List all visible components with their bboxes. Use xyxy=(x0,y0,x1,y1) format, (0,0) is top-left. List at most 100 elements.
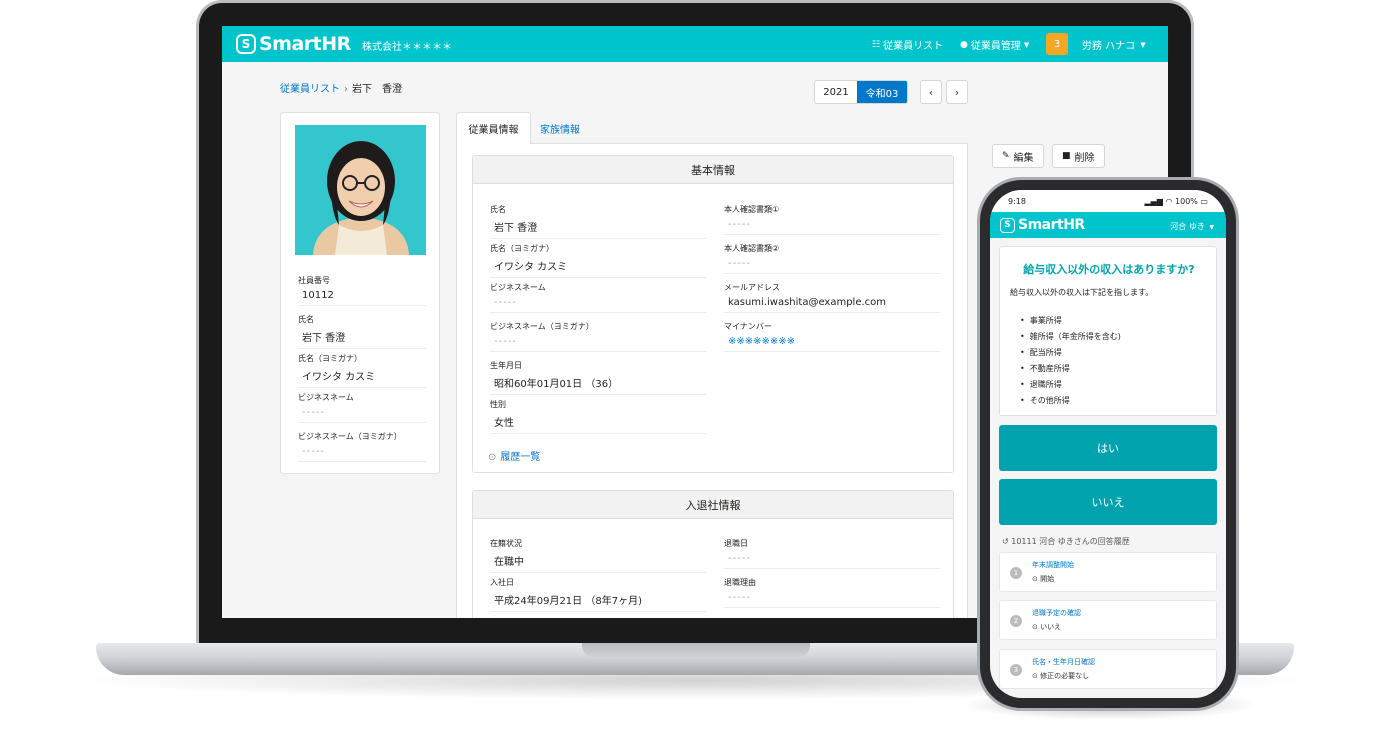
clock-icon: ⊙ xyxy=(488,452,497,463)
profile-field-business-name-kana: ビジネスネーム（ヨミガナ） ----- xyxy=(298,431,426,462)
phone-user-name: 河合 ゆき xyxy=(1170,222,1205,231)
field-label: 在籍状況 xyxy=(490,539,522,548)
step-number: 1 xyxy=(1010,567,1022,579)
status-bar: 9:18 ▂▄▆ ◠ 100% ▭ xyxy=(990,190,1226,212)
history-answer-label: 開始 xyxy=(1040,575,1055,583)
field-value: イワシタ カスミ xyxy=(494,262,568,273)
phone-user-menu[interactable]: 河合 ゆき ▼ xyxy=(1170,221,1214,232)
income-list: 事業所得 雑所得（年金所得を含む) 配当所得 不動産所得 退職所得 その他所得 xyxy=(1020,315,1121,411)
no-button[interactable]: いいえ xyxy=(999,479,1217,525)
basic-field-name-kana: 氏名（ヨミガナ） イワシタ カスミ xyxy=(490,243,706,278)
user-name: 労務 ハナコ xyxy=(1082,41,1136,52)
answer-history-label: 10111 河合 ゆきさんの回答履歴 xyxy=(1011,537,1130,546)
list-item: 事業所得 xyxy=(1020,315,1121,326)
history-item[interactable]: 1 年末調整開始 ⊙ 開始 xyxy=(999,552,1217,592)
list-item: 雑所得（年金所得を含む) xyxy=(1020,331,1121,342)
field-label: 本人確認書類② xyxy=(724,244,780,253)
history-link[interactable]: ⊙ 履歴一覧 xyxy=(488,448,540,463)
check-icon: ⊙ xyxy=(1032,575,1041,583)
field-value: kasumi.iwashita@example.com xyxy=(728,297,887,308)
year-value[interactable]: 2021 xyxy=(815,81,857,103)
breadcrumb: 従業員リスト › 岩下 香澄 xyxy=(280,80,402,95)
list-icon: ☷ xyxy=(872,39,881,50)
history-link-label: 履歴一覧 xyxy=(500,452,541,463)
prev-year-button[interactable]: ‹ xyxy=(920,80,942,104)
tab-family-info[interactable]: 家族情報 xyxy=(540,112,580,144)
history-item-answer: ⊙ いいえ xyxy=(1032,622,1061,632)
field-value: ----- xyxy=(302,407,326,418)
notification-badge[interactable]: 3 xyxy=(1046,33,1068,55)
field-value: ----- xyxy=(494,297,518,308)
field-value: ----- xyxy=(728,553,752,564)
field-label: 入社日 xyxy=(490,578,514,587)
tab-employee-info[interactable]: 従業員情報 xyxy=(456,112,531,144)
year-selector[interactable]: 2021 令和03 xyxy=(814,80,908,104)
field-value: 平成24年09月21日 （8年7ヶ月) xyxy=(494,596,642,607)
basic-field-business-name: ビジネスネーム ----- xyxy=(490,282,706,313)
basic-field-id-doc-2: 本人確認書類② ----- xyxy=(724,243,940,274)
question-description: 給与収入以外の収入は下記を指します。 xyxy=(1010,288,1154,297)
my-number-link[interactable]: ※※※※※※※※ xyxy=(724,336,940,347)
field-label: マイナンバー xyxy=(724,322,772,331)
field-value: 10112 xyxy=(302,290,334,301)
phone-header: S SmartHR 河合 ゆき ▼ xyxy=(990,212,1226,238)
nav-employee-manage[interactable]: ● 従業員管理 ▼ xyxy=(960,37,1032,53)
field-value: ----- xyxy=(494,336,518,347)
brand-logo[interactable]: S SmartHR xyxy=(236,33,351,55)
yes-button[interactable]: はい xyxy=(999,425,1217,471)
field-label: 退職日 xyxy=(724,539,748,548)
field-value: ----- xyxy=(728,258,752,269)
history-item-answer: ⊙ 修正の必要なし xyxy=(1032,671,1089,681)
basic-field-my-number: マイナンバー ※※※※※※※※ xyxy=(724,321,940,352)
era-value[interactable]: 令和03 xyxy=(857,81,907,103)
check-icon: ⊙ xyxy=(1032,672,1041,680)
profile-card: 社員番号 10112 氏名 岩下 香澄 氏名（ヨミガナ） イワシタ カスミ ビジ… xyxy=(280,112,440,474)
user-menu[interactable]: 労務 ハナコ ▼ xyxy=(1082,37,1149,53)
caret-down-icon: ▼ xyxy=(1209,224,1214,231)
history-answer-label: いいえ xyxy=(1040,623,1062,631)
field-label: ビジネスネーム（ヨミガナ） xyxy=(490,322,594,331)
list-item: 退職所得 xyxy=(1020,379,1121,390)
section-title: 基本情報 xyxy=(473,156,953,184)
field-label: メールアドレス xyxy=(724,283,780,292)
nav-employee-list[interactable]: ☷ 従業員リスト xyxy=(872,37,944,53)
battery-level: 100% xyxy=(1175,197,1198,206)
history-item-title: 年末調整開始 xyxy=(1032,561,1074,569)
history-answer-label: 修正の必要なし xyxy=(1040,672,1090,680)
brand-name: SmartHR xyxy=(259,33,351,55)
basic-field-birthday: 生年月日 昭和60年01月01日 （36） xyxy=(490,360,706,395)
laptop-notch xyxy=(582,643,810,657)
nav-employee-list-label: 従業員リスト xyxy=(883,41,944,52)
field-label: 氏名 xyxy=(490,205,506,214)
basic-field-gender: 性別 女性 xyxy=(490,399,706,434)
history-item-answer: ⊙ 開始 xyxy=(1032,574,1054,584)
trash-icon: ■ xyxy=(1062,151,1071,161)
next-year-button[interactable]: › xyxy=(946,80,968,104)
phone-brand-logo[interactable]: S SmartHR xyxy=(1000,217,1085,233)
field-label: ビジネスネーム xyxy=(298,393,354,402)
user-icon: ● xyxy=(960,39,968,50)
profile-field-business-name: ビジネスネーム ----- xyxy=(298,392,426,423)
edit-button[interactable]: ✎ 編集 xyxy=(992,144,1044,168)
field-value: ----- xyxy=(728,592,752,603)
field-value: ----- xyxy=(302,446,326,457)
field-label: 氏名（ヨミガナ） xyxy=(490,244,554,253)
breadcrumb-root[interactable]: 従業員リスト xyxy=(280,84,340,95)
history-item[interactable]: 3 氏名・生年月日確認 ⊙ 修正の必要なし xyxy=(999,649,1217,689)
field-value: 岩下 香澄 xyxy=(494,223,538,234)
profile-field-name: 氏名 岩下 香澄 xyxy=(298,314,426,349)
check-icon: ⊙ xyxy=(1032,623,1041,631)
profile-field-employee-no: 社員番号 10112 xyxy=(298,275,426,306)
employment-field-join-date: 入社日 平成24年09月21日 （8年7ヶ月) xyxy=(490,577,706,612)
employment-field-leave-date: 退職日 ----- xyxy=(724,538,940,569)
answer-history-title: ↺ 10111 河合 ゆきさんの回答履歴 xyxy=(1002,536,1130,547)
phone-screen: 9:18 ▂▄▆ ◠ 100% ▭ S SmartHR 河合 ゆき ▼ 給与収入… xyxy=(990,190,1226,698)
field-label: 本人確認書類① xyxy=(724,205,780,214)
nav-employee-manage-label: 従業員管理 xyxy=(970,41,1021,52)
list-item: 配当所得 xyxy=(1020,347,1121,358)
delete-button[interactable]: ■ 削除 xyxy=(1052,144,1105,168)
pencil-icon: ✎ xyxy=(1002,151,1010,161)
history-item[interactable]: 2 退職予定の確認 ⊙ いいえ xyxy=(999,600,1217,640)
battery-icon: ▭ xyxy=(1197,197,1208,206)
logo-icon: S xyxy=(236,34,256,54)
